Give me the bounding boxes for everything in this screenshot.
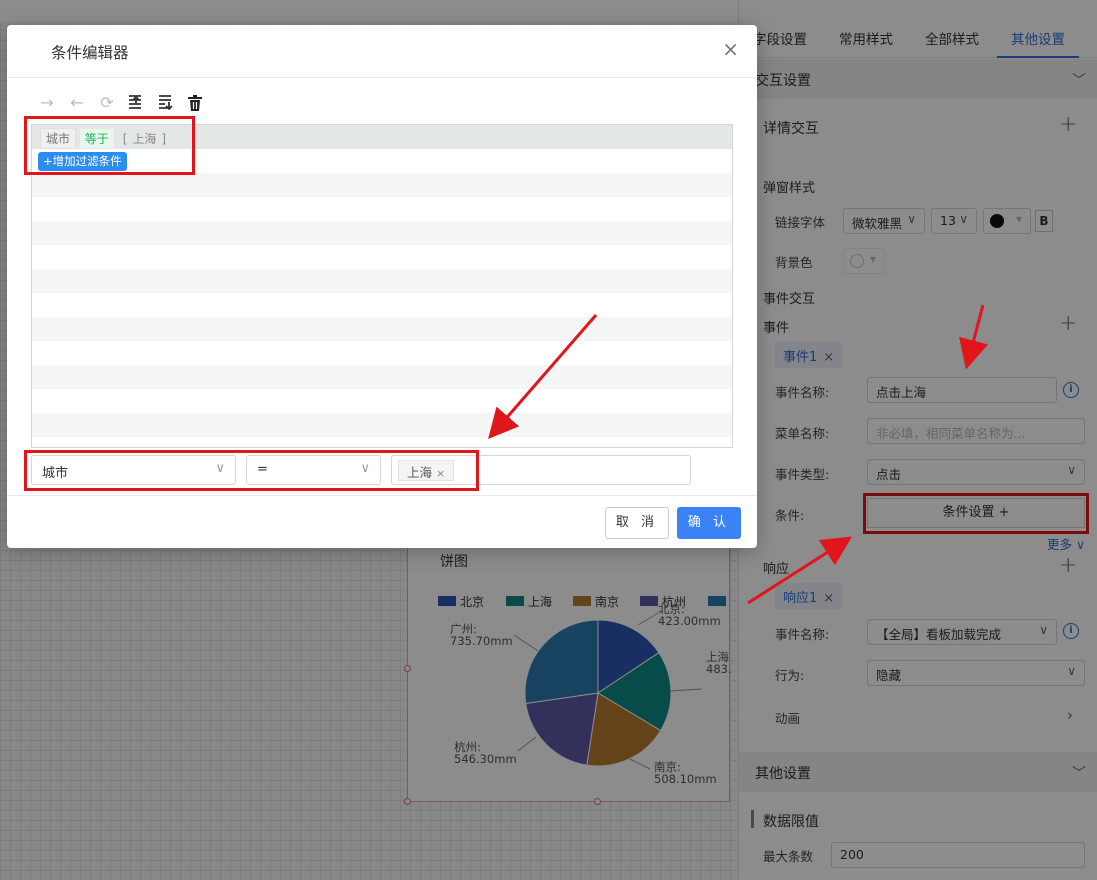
grid-row bbox=[32, 293, 732, 317]
divider bbox=[7, 77, 757, 78]
indent-right-icon[interactable]: → bbox=[37, 93, 57, 113]
grid-row bbox=[32, 341, 732, 365]
confirm-button[interactable]: 确 认 bbox=[677, 507, 741, 539]
grid-row bbox=[32, 197, 732, 221]
grid-row bbox=[32, 173, 732, 197]
grid-row bbox=[32, 317, 732, 341]
divider bbox=[7, 495, 757, 496]
insert-below-icon[interactable] bbox=[155, 93, 175, 113]
cancel-button[interactable]: 取 消 bbox=[605, 507, 669, 539]
grid-row bbox=[32, 437, 732, 447]
refresh-icon[interactable]: ⟳ bbox=[97, 93, 117, 113]
modal-title: 条件编辑器 bbox=[51, 44, 129, 62]
grid-row bbox=[32, 413, 732, 437]
indent-left-icon[interactable]: ← bbox=[67, 93, 87, 113]
condition-editor-modal: 条件编辑器 × → ← ⟳ 城市 等于 [上海] +增加过滤条件 城市 ∨ = … bbox=[7, 25, 757, 548]
trash-icon[interactable] bbox=[185, 93, 205, 113]
highlight-box bbox=[24, 116, 195, 175]
highlight-box bbox=[24, 450, 479, 491]
close-icon[interactable]: × bbox=[722, 39, 739, 59]
grid-row bbox=[32, 365, 732, 389]
grid-row bbox=[32, 269, 732, 293]
grid-row bbox=[32, 245, 732, 269]
grid-row bbox=[32, 389, 732, 413]
grid-row bbox=[32, 221, 732, 245]
insert-above-icon[interactable] bbox=[125, 93, 145, 113]
